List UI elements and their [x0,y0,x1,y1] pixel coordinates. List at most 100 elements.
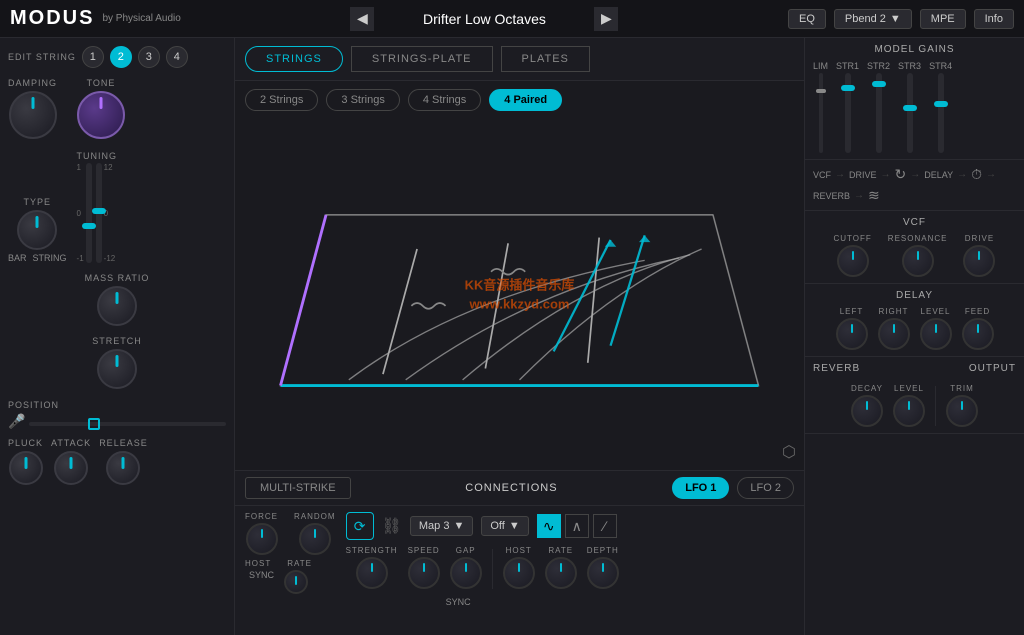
speed-knob[interactable] [408,557,440,589]
wave-sine-button[interactable]: ∿ [537,514,561,538]
release-group: RELEASE [99,438,148,485]
type-knob[interactable] [17,210,57,250]
strength-label: STRENGTH [346,546,398,555]
tuning-slider-1[interactable] [86,163,92,263]
pluck-label: PLUCK [8,438,43,448]
sync-knob[interactable] [284,570,308,594]
tuning-slider-2[interactable] [96,163,102,263]
random-knob[interactable] [299,523,331,555]
str4-slider[interactable] [938,73,944,153]
output-trim-knob[interactable] [946,395,978,427]
tab-strings[interactable]: STRINGS [245,46,343,72]
attack-label: ATTACK [51,438,91,448]
str3-col: STR3 [898,61,921,153]
delay-feed-knob[interactable] [962,318,994,350]
tab-plates[interactable]: PLATES [501,46,590,72]
feed-label: FEED [965,307,990,316]
multi-strike-button[interactable]: MULTI-STRIKE [245,477,351,499]
resonance-label: RESONANCE [888,234,948,243]
app-subtitle: by Physical Audio [102,13,180,24]
wave-tri-button[interactable]: ∧ [565,514,589,538]
preset-prev-button[interactable]: ◀ [350,7,374,31]
lim-col: LIM [813,61,828,153]
edit-string-row: EDIT STRING 1 2 3 4 [8,46,226,68]
pluck-group: PLUCK [8,438,43,485]
info-button[interactable]: Info [974,9,1014,29]
type-row: TYPE BAR STRING TUNING 10-1 [8,151,226,263]
pluck-attack-release-row: PLUCK ATTACK RELEASE [8,438,226,485]
depth-label: DEPTH [587,546,619,555]
tab-strings-plate[interactable]: STRINGS-PLATE [351,46,493,72]
reverb-level-knob[interactable] [893,395,925,427]
drive2-knob[interactable] [963,245,995,277]
resonance-knob[interactable] [902,245,934,277]
mass-ratio-knob[interactable] [97,286,137,326]
reverb-decay-knob[interactable] [851,395,883,427]
decay-label: DECAY [851,384,883,393]
lfo2-button[interactable]: LFO 2 [737,477,794,499]
host2-knob[interactable] [503,557,535,589]
stretch-knob[interactable] [97,349,137,389]
count-4-strings[interactable]: 4 Strings [408,89,481,111]
cutoff-knob[interactable] [837,245,869,277]
count-2-strings[interactable]: 2 Strings [245,89,318,111]
output-title: OUTPUT [969,363,1016,374]
preset-next-button[interactable]: ▶ [594,7,618,31]
stretch-section: STRETCH [8,336,226,389]
type-group: TYPE BAR STRING [8,197,67,263]
gap-label: GAP [456,546,476,555]
eq-button[interactable]: EQ [788,9,826,29]
count-3-strings[interactable]: 3 Strings [326,89,399,111]
str2-slider[interactable] [876,73,882,153]
gap-knob[interactable] [450,557,482,589]
bar-label: BAR [8,253,27,263]
string-count-row: 2 Strings 3 Strings 4 Strings 4 Paired [235,81,804,119]
string-btn-4[interactable]: 4 [166,46,188,68]
mpe-button[interactable]: MPE [920,9,966,29]
pluck-knob[interactable] [9,451,43,485]
release-knob[interactable] [106,451,140,485]
off-select[interactable]: Off ▼ [481,516,528,536]
count-4-paired[interactable]: 4 Paired [489,89,562,111]
strength-knob[interactable] [356,557,388,589]
gains-row: LIM STR1 STR2 [813,61,1016,153]
str1-slider[interactable] [845,73,851,153]
vcf-chain-label: VCF [813,170,831,180]
position-slider[interactable] [29,422,226,426]
position-mic-icon: 🎤 [8,413,25,430]
share-icon[interactable]: ⬡ [782,442,796,462]
attack-knob[interactable] [54,451,88,485]
preset-navigation: ◀ Drifter Low Octaves ▶ [350,7,618,31]
level-label: LEVEL [921,307,951,316]
string-btn-1[interactable]: 1 [82,46,104,68]
depth-knob[interactable] [587,557,619,589]
lim-slider[interactable] [819,73,823,153]
attack-group: ATTACK [51,438,91,485]
str3-slider[interactable] [907,73,913,153]
center-tabs-row: STRINGS STRINGS-PLATE PLATES [235,38,804,81]
connection-link-icon[interactable]: ⛓ [382,516,402,536]
wave-saw-button[interactable]: ∕ [593,514,617,538]
string-btn-3[interactable]: 3 [138,46,160,68]
reverb-output-knobs: DECAY LEVEL TRIM [813,384,1016,427]
wave-buttons: ∿ ∧ ∕ [537,514,617,538]
clock-icon: ⏱ [971,166,982,183]
pbend-button[interactable]: Pbend 2 ▼ [834,9,912,29]
trim-label: TRIM [950,384,974,393]
model-svg [235,119,804,470]
damping-knob[interactable] [9,91,57,139]
model-gains-section: MODEL GAINS LIM STR1 [805,38,1024,160]
force-knob[interactable] [246,523,278,555]
rate2-knob[interactable] [545,557,577,589]
delay-level-knob[interactable] [920,318,952,350]
connection-type-icon[interactable]: ⟳ [346,512,374,540]
string-btn-2[interactable]: 2 [110,46,132,68]
delay-left-knob[interactable] [836,318,868,350]
sync1-label: SYNC [249,570,274,594]
sync2-label: SYNC [446,597,471,607]
tone-knob[interactable] [77,91,125,139]
delay-right-knob[interactable] [878,318,910,350]
map-select[interactable]: Map 3 ▼ [410,516,473,536]
drive-chain-label: DRIVE [849,170,877,180]
lfo1-button[interactable]: LFO 1 [672,477,729,499]
